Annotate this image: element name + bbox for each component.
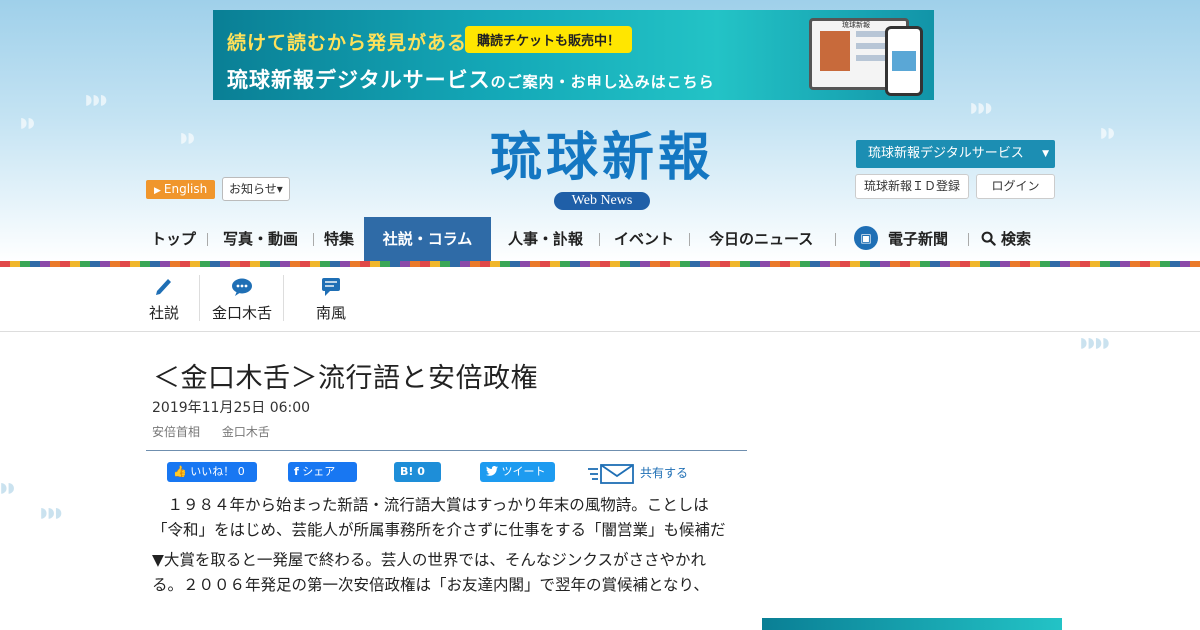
banner-subline-a: 琉球新報デジタルサービス [227,68,491,92]
article-title: ＜金口木舌＞流行語と安倍政権 [153,363,538,394]
sidebar-ad[interactable] [762,618,1062,630]
id-register-button[interactable]: 琉球新報ＩＤ登録 [855,174,969,199]
nav-events[interactable]: イベント [614,217,674,261]
nav-top[interactable]: トップ [151,217,196,261]
subnav-editorial[interactable]: 社説 [146,267,182,332]
banner-subline: 琉球新報デジタルサービスのご案内・お申し込みはこちら [227,64,715,94]
fish-decoration-icon: ◗◗ [0,480,15,496]
nav-separator [207,233,208,246]
banner-headline: 続けて読むから発見がある [227,32,468,54]
twitter-bird-icon [486,466,498,476]
nav-personnel-obituary[interactable]: 人事・訃報 [508,217,583,261]
banner-ticket-pill: 購読チケットも販売中！ [465,26,633,53]
nav-search-label: 検索 [1001,230,1032,248]
article-date: 2019年11月25日 06:00 [152,400,311,416]
article-paragraph: １９８４年から始まった新語・流行語大賞はすっかり年末の風物詩。ことしは「令和」を… [152,496,726,539]
play-arrow-icon: ▶ [154,186,161,196]
article-body: １９８４年から始まった新語・流行語大賞はすっかり年末の風物詩。ことしは「令和」を… [152,493,732,603]
article-tags: 安倍首相 金口木舌 [152,423,288,440]
subnav-kinkuchi-label: 金口木舌 [211,304,272,322]
nav-e-newspaper[interactable]: ▣ 電子新聞 [854,217,948,261]
nav-separator [835,233,836,246]
fish-decoration-icon: ◗◗ [180,130,195,146]
share-mail-label: 共有する [640,466,689,480]
share-mail-button[interactable]: 共有する [588,462,688,485]
nav-e-newspaper-label: 電子新聞 [888,230,949,248]
nav-separator [968,233,969,246]
login-button[interactable]: ログイン [976,174,1055,199]
facebook-icon: f [294,465,299,478]
nav-separator [689,233,690,246]
caret-down-icon: ▼ [1042,149,1049,159]
facebook-share-button[interactable]: f シェア [288,462,357,482]
nav-photo-video[interactable]: 写真・動画 [223,217,298,261]
banner-subline-c: はこちら [650,73,715,91]
facebook-share-label: シェア [302,465,336,478]
envelope-icon [588,463,634,484]
banner-device-photo [820,31,850,71]
subnav-nanpu-label: 南風 [315,304,346,322]
fish-decoration-icon: ◗◗◗ [970,100,993,116]
tag-link[interactable]: 安倍首相 [152,425,200,439]
nav-separator [599,233,600,246]
nav-todays-news[interactable]: 今日のニュース [709,217,813,261]
fish-decoration-icon: ◗◗◗ [85,92,108,108]
tweet-button[interactable]: ツイート [480,462,555,482]
nav-features[interactable]: 特集 [324,217,354,261]
main-nav: トップ 写真・動画 特集 社説・コラム 人事・訃報 イベント 今日のニュース ▣… [0,217,1200,261]
banner-device-label: 琉球新報 [842,21,870,29]
banner-phone-photo [892,51,916,71]
subnav-nanpu[interactable]: 南風 [312,267,350,332]
article-paragraph: ▼大賞を取ると一発屋で終わる。芸人の世界では、そんなジンクスがささやかれる。２０… [152,551,709,594]
message-icon [322,278,340,296]
fish-decoration-icon: ◗◗◗ [40,505,63,521]
site-logo[interactable]: 琉球新報 Web News [452,128,752,210]
article-divider [146,450,747,451]
banner-subline-b: のご案内・お申し込み [490,73,651,91]
notice-dropdown[interactable]: お知らせ▾ [222,177,290,201]
tweet-label: ツイート [501,465,546,478]
speech-bubble-icon [232,278,252,296]
tag-link[interactable]: 金口木舌 [222,425,270,439]
nav-editorial-column[interactable]: 社説・コラム [364,217,491,261]
fish-decoration-icon: ◗◗◗◗ [1080,335,1110,351]
english-label: English [163,182,208,196]
fish-decoration-icon: ◗◗ [20,115,35,131]
digital-service-dropdown[interactable]: 琉球新報デジタルサービス ▼ [856,140,1055,168]
nav-search[interactable]: 検索 [981,217,1031,261]
facebook-like-button[interactable]: 👍 いいね！ 0 [167,462,257,482]
fish-decoration-icon: ◗◗ [1100,125,1115,141]
subnav-kinkuchi-bokuzetsu[interactable]: 金口木舌 [208,267,276,332]
banner-phone-image [885,26,923,96]
sub-nav: 社説 金口木舌 南風 [0,267,1200,332]
facebook-like-label: いいね！ 0 [190,465,245,478]
monitor-icon: ▣ [854,226,878,250]
digital-service-banner[interactable]: 続けて読むから発見がある 購読チケットも販売中！ 琉球新報デジタルサービスのご案… [213,10,934,100]
thumbs-up-icon: 👍 [173,465,187,478]
pen-icon [156,279,171,295]
subnav-separator [199,275,200,321]
subnav-editorial-label: 社説 [148,304,179,322]
english-button[interactable]: ▶ English [146,180,216,199]
logo-web-news: Web News [553,192,651,210]
logo-mark: 琉球新報 [489,127,714,188]
search-icon [981,231,996,246]
nav-separator [313,233,314,246]
subnav-separator [283,275,284,321]
hatena-bookmark-button[interactable]: B! 0 [394,462,441,482]
digital-service-label: 琉球新報デジタルサービス [868,146,1024,161]
